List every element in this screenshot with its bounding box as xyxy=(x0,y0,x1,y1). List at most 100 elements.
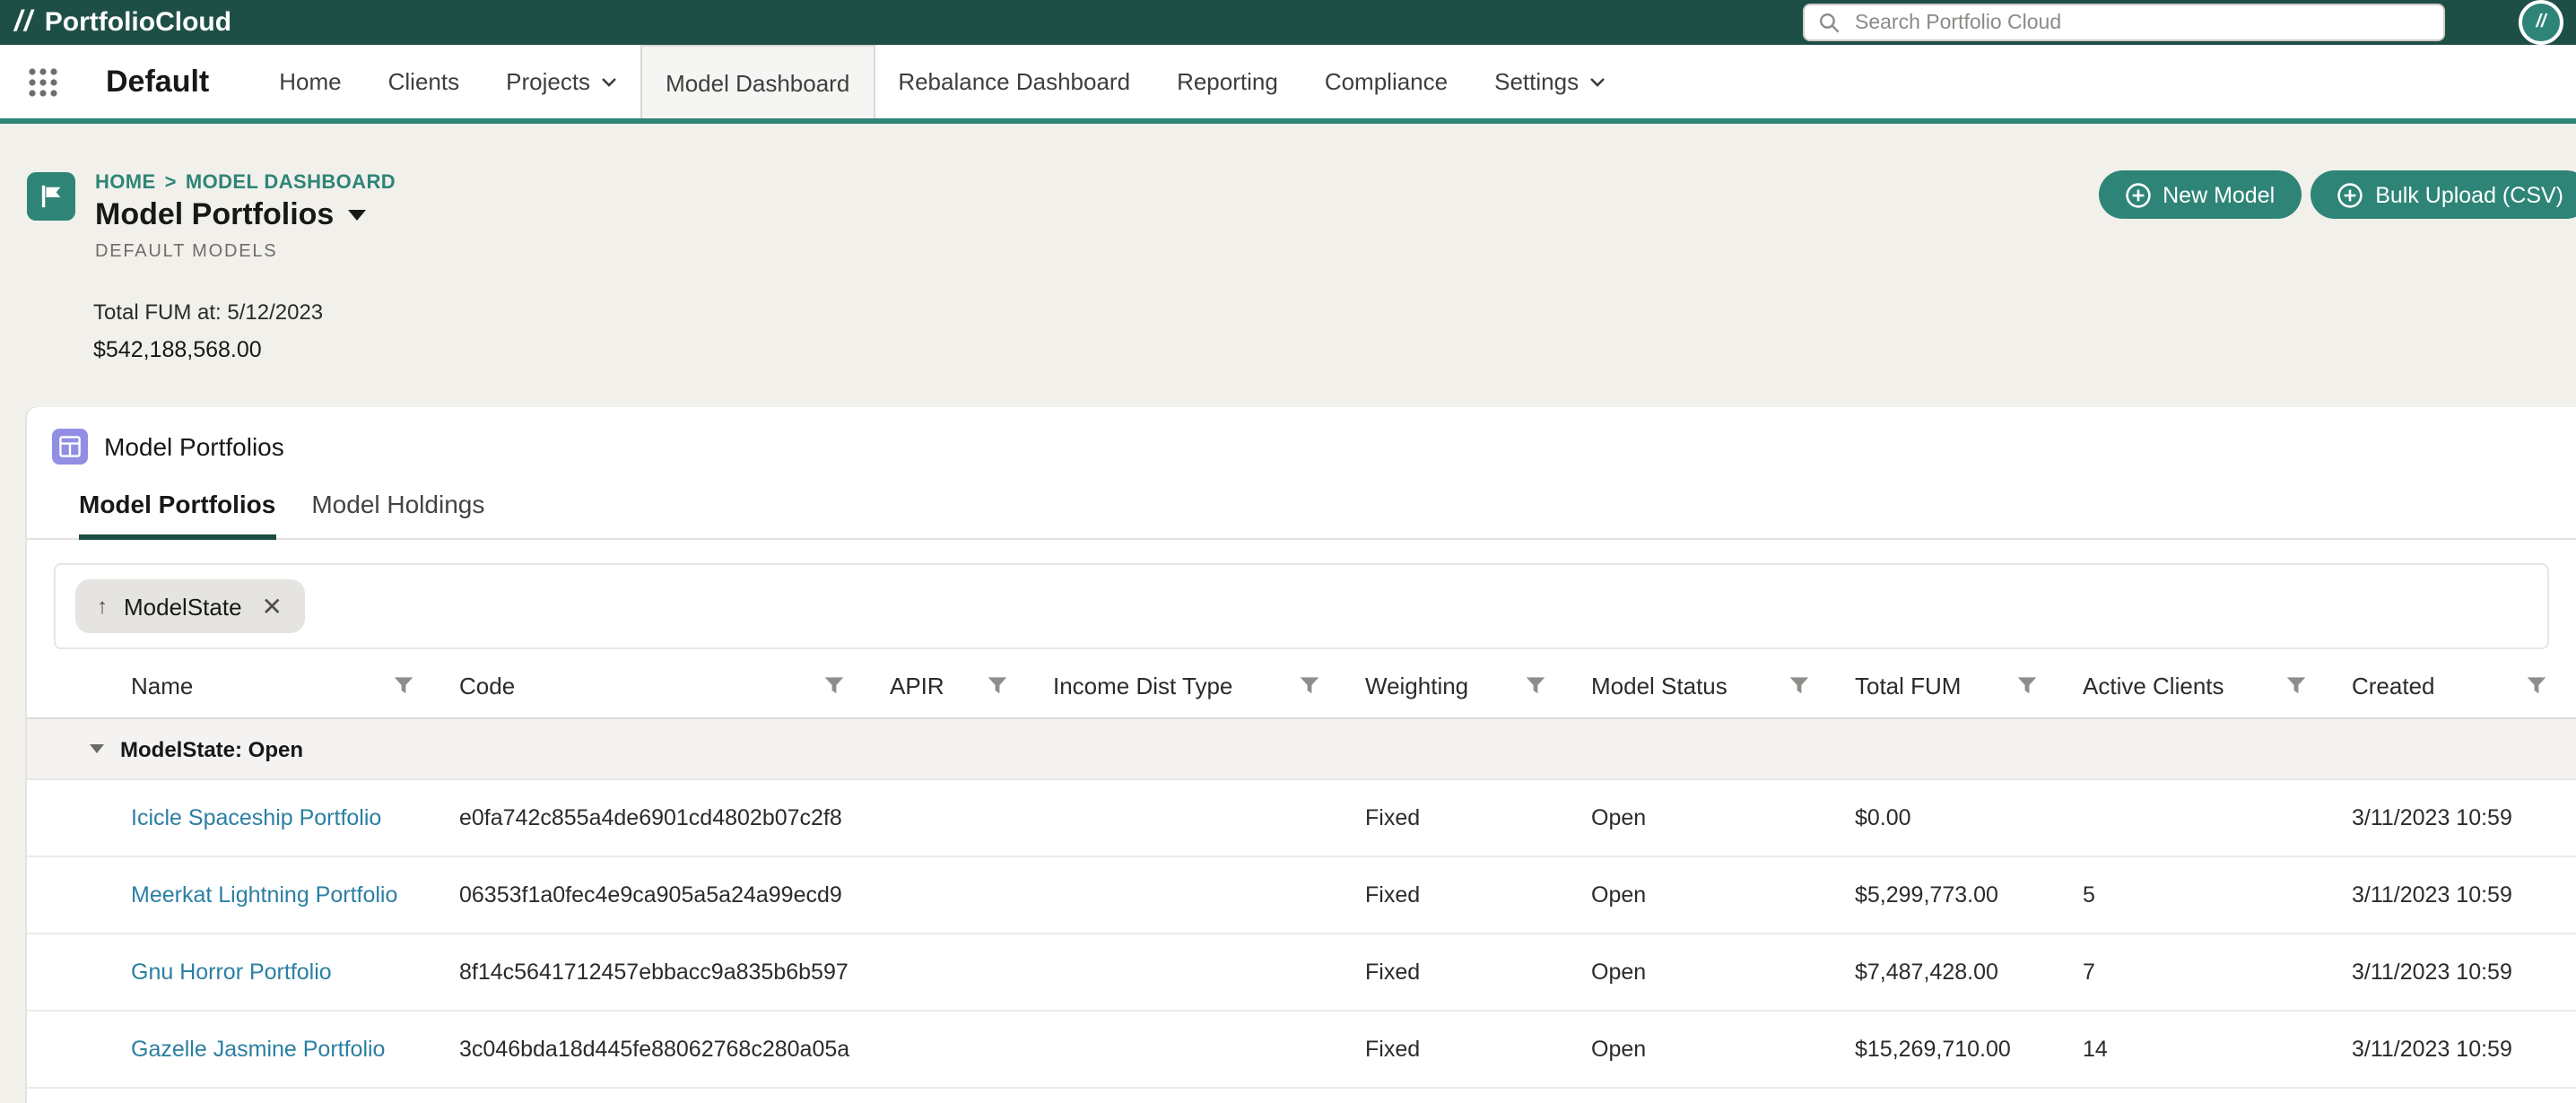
column-header-name[interactable]: Name xyxy=(27,653,443,717)
page-subtitle: DEFAULT MODELS xyxy=(95,241,278,262)
filter-funnel-icon[interactable] xyxy=(1299,674,1320,696)
group-label: ModelState: Open xyxy=(120,736,304,761)
nav-item-projects[interactable]: Projects xyxy=(483,45,640,118)
cell-active-clients: 5 xyxy=(2083,882,2095,908)
bulk-upload-button[interactable]: Bulk Upload (CSV) xyxy=(2311,170,2576,219)
portfolio-link[interactable]: Icicle Spaceship Portfolio xyxy=(131,805,381,830)
model-dashboard-flag-icon xyxy=(27,172,75,221)
page-actions: New Model Bulk Upload (CSV) xyxy=(2098,170,2576,219)
cell-model-status: Open xyxy=(1591,960,1647,985)
sort-ascending-icon: ↑ xyxy=(97,594,108,619)
nav-item-home[interactable]: Home xyxy=(256,45,364,118)
column-label: Name xyxy=(131,672,194,699)
column-header-model-status[interactable]: Model Status xyxy=(1575,653,1839,717)
table-row[interactable]: Meerkat Lightning Portfolio 06353f1a0fec… xyxy=(27,857,2576,934)
sort-chip-modelstate[interactable]: ↑ ModelState ✕ xyxy=(75,579,304,633)
brand-logo[interactable]: // PortfolioCloud xyxy=(0,6,231,39)
cell-weighting: Fixed xyxy=(1365,960,1421,985)
breadcrumb: HOME > MODEL DASHBOARD xyxy=(95,172,396,194)
column-label: Code xyxy=(459,672,516,699)
cell-code: 06353f1a0fec4e9ca905a5a24a99ecd9 xyxy=(459,882,842,908)
collapse-caret-icon[interactable] xyxy=(90,744,104,753)
filter-funnel-icon[interactable] xyxy=(2016,674,2038,696)
filter-funnel-icon[interactable] xyxy=(2526,674,2547,696)
filter-funnel-icon[interactable] xyxy=(393,674,414,696)
button-label: Bulk Upload (CSV) xyxy=(2375,182,2563,207)
cell-total-fum: $0.00 xyxy=(1855,805,1911,830)
column-header-active-clients[interactable]: Active Clients xyxy=(2067,653,2336,717)
cell-code: 8f14c5641712457ebbacc9a835b6b597 xyxy=(459,960,849,985)
breadcrumb-home[interactable]: HOME xyxy=(95,172,156,194)
breadcrumb-model-dashboard[interactable]: MODEL DASHBOARD xyxy=(186,172,396,194)
cell-created: 3/11/2023 10:59 xyxy=(2352,1037,2512,1062)
global-search[interactable] xyxy=(1803,4,2445,41)
table-row[interactable]: Gnu Horror Portfolio 8f14c5641712457ebba… xyxy=(27,934,2576,1012)
nav-item-reporting[interactable]: Reporting xyxy=(1153,45,1301,118)
nav-item-model-dashboard[interactable]: Model Dashboard xyxy=(640,45,875,118)
table-row[interactable]: Icicle Spaceship Portfolio e0fa742c855a4… xyxy=(27,780,2576,857)
new-model-button[interactable]: New Model xyxy=(2098,170,2302,219)
column-header-total-fum[interactable]: Total FUM xyxy=(1839,653,2067,717)
header-badge-icon[interactable]: // xyxy=(2519,0,2563,45)
remove-icon[interactable]: ✕ xyxy=(262,594,283,619)
filter-funnel-icon[interactable] xyxy=(987,674,1008,696)
nav-item-clients[interactable]: Clients xyxy=(365,45,483,118)
breadcrumb-separator: > xyxy=(164,172,177,194)
page-header: HOME > MODEL DASHBOARD Model Portfolios … xyxy=(0,124,2576,407)
cell-active-clients: 7 xyxy=(2083,960,2095,985)
table-header-row: Name Code APIR Income Dist Type Weightin… xyxy=(27,653,2576,719)
nav-item-label: Home xyxy=(279,68,342,95)
button-label: New Model xyxy=(2163,182,2276,207)
column-header-weighting[interactable]: Weighting xyxy=(1349,653,1575,717)
group-row-modelstate-open[interactable]: ModelState: Open xyxy=(27,719,2576,780)
column-header-apir[interactable]: APIR xyxy=(874,653,1037,717)
portfolio-link[interactable]: Meerkat Lightning Portfolio xyxy=(131,882,397,908)
tab-model-holdings[interactable]: Model Holdings xyxy=(311,490,484,540)
table-row[interactable]: Gazelle Jasmine Portfolio 3c046bda18d445… xyxy=(27,1012,2576,1089)
title-dropdown-caret-icon[interactable] xyxy=(348,210,367,221)
cell-total-fum: $7,487,428.00 xyxy=(1855,960,1998,985)
filter-funnel-icon[interactable] xyxy=(1525,674,1546,696)
app-window: // PortfolioCloud // Default Home xyxy=(0,0,2576,1103)
nav-item-label: Rebalance Dashboard xyxy=(898,68,1131,95)
filter-funnel-icon[interactable] xyxy=(2285,674,2307,696)
cell-code: e0fa742c855a4de6901cd4802b07c2f8 xyxy=(459,805,842,830)
brand-name: PortfolioCloud xyxy=(44,7,232,38)
column-header-code[interactable]: Code xyxy=(443,653,874,717)
portfolio-link[interactable]: Gnu Horror Portfolio xyxy=(131,960,332,985)
app-name: Default xyxy=(106,64,210,98)
card-header: Model Portfolios xyxy=(27,407,2576,465)
column-header-income-dist-type[interactable]: Income Dist Type xyxy=(1037,653,1349,717)
fum-date-label: Total FUM at: 5/12/2023 xyxy=(93,299,324,325)
column-header-created[interactable]: Created xyxy=(2336,653,2576,717)
nav-item-label: Compliance xyxy=(1324,68,1449,95)
cell-total-fum: $5,299,773.00 xyxy=(1855,882,1998,908)
filter-funnel-icon[interactable] xyxy=(823,674,845,696)
tab-model-portfolios[interactable]: Model Portfolios xyxy=(79,490,276,540)
sort-chip-label: ModelState xyxy=(124,593,242,620)
column-label: Income Dist Type xyxy=(1053,672,1233,699)
add-icon xyxy=(2125,182,2150,207)
app-launcher-icon[interactable] xyxy=(27,65,59,98)
cell-model-status: Open xyxy=(1591,1037,1647,1062)
card-title: Model Portfolios xyxy=(104,432,284,461)
cell-weighting: Fixed xyxy=(1365,882,1421,908)
cell-model-status: Open xyxy=(1591,805,1647,830)
cell-created: 3/11/2023 10:59 xyxy=(2352,805,2512,830)
nav-item-label: Model Dashboard xyxy=(666,69,850,96)
search-icon xyxy=(1820,13,1840,32)
portfolio-link[interactable]: Gazelle Jasmine Portfolio xyxy=(131,1037,385,1062)
search-input[interactable] xyxy=(1851,10,2429,35)
card-tabs: Model Portfolios Model Holdings xyxy=(27,490,2576,540)
nav-item-label: Clients xyxy=(387,68,460,95)
cell-created: 3/11/2023 10:59 xyxy=(2352,960,2512,985)
nav-item-rebalance-dashboard[interactable]: Rebalance Dashboard xyxy=(875,45,1153,118)
filter-funnel-icon[interactable] xyxy=(1788,674,1810,696)
add-icon xyxy=(2337,182,2363,207)
nav-item-settings[interactable]: Settings xyxy=(1471,45,1629,118)
nav-items: Home Clients Projects Model Dashboard Re… xyxy=(256,45,1629,118)
total-fum-summary: Total FUM at: 5/12/2023 $542,188,568.00 xyxy=(93,299,2576,361)
column-label: Weighting xyxy=(1365,672,1469,699)
nav-item-compliance[interactable]: Compliance xyxy=(1301,45,1471,118)
brand-slashes-icon: // xyxy=(14,6,34,37)
